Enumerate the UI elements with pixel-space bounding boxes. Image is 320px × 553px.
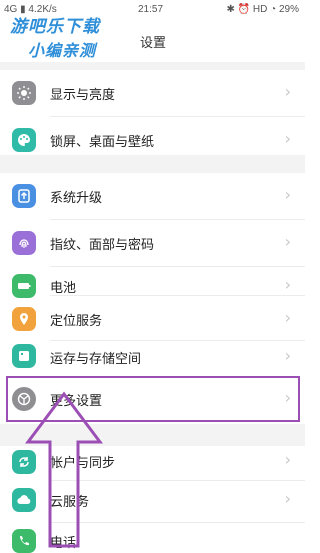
row-label: 锁屏、桌面与壁纸 — [50, 135, 155, 150]
row-storage[interactable]: 运存与存储空间 › — [0, 332, 305, 378]
chevron-right-icon: › — [284, 450, 291, 469]
chevron-right-icon: › — [284, 308, 291, 327]
chevron-right-icon: › — [284, 346, 291, 365]
upgrade-icon — [12, 184, 36, 208]
chevron-right-icon: › — [284, 489, 291, 508]
sun-icon — [12, 81, 36, 105]
chevron-right-icon: › — [284, 82, 291, 101]
battery-icon — [12, 274, 36, 298]
row-display[interactable]: 显示与亮度 › — [0, 70, 305, 116]
section-gap — [0, 155, 305, 173]
chevron-right-icon: › — [284, 275, 291, 294]
chevron-right-icon: › — [284, 185, 291, 204]
row-label: 定位服务 — [50, 314, 103, 329]
location-icon — [12, 307, 36, 331]
storage-icon — [12, 344, 36, 368]
row-label: 电池 — [50, 281, 77, 296]
row-label: 运存与存储空间 — [50, 352, 142, 367]
watermark: 游吧乐下载 小编亲测 — [10, 12, 150, 61]
row-label: 系统升级 — [50, 191, 103, 206]
row-system-update[interactable]: 系统升级 › — [0, 173, 305, 219]
watermark-line2: 小编亲测 — [28, 41, 97, 60]
palette-icon — [12, 128, 36, 152]
status-indicators: ✱ ⏰ HD ◔ 29% — [226, 4, 299, 15]
watermark-line1: 游吧乐下载 — [10, 17, 100, 37]
section-gap — [0, 62, 305, 70]
annotation-arrow-icon — [25, 391, 103, 548]
chevron-right-icon: › — [284, 129, 291, 148]
row-label: 显示与亮度 — [50, 88, 116, 103]
row-battery[interactable]: 电池 › — [0, 247, 305, 298]
